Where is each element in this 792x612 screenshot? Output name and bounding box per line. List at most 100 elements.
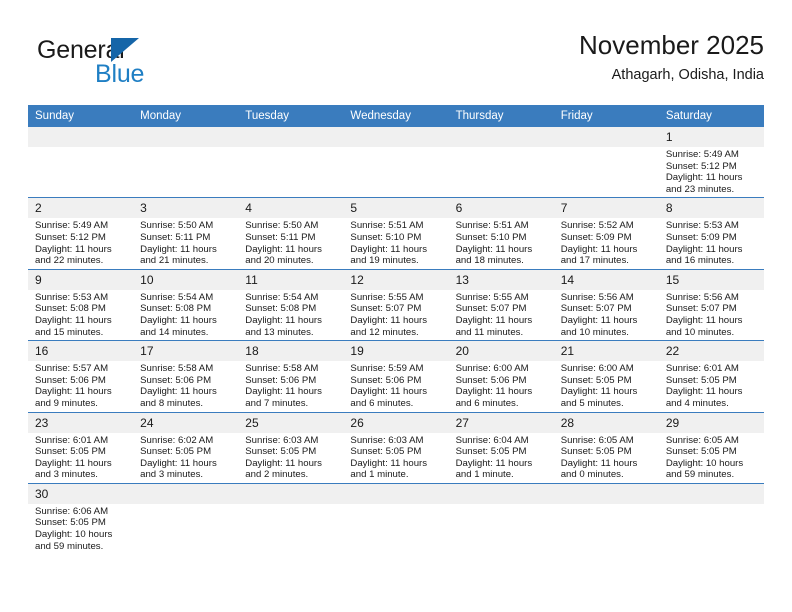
sunrise-text: Sunrise: 5:56 AM: [665, 291, 739, 303]
calendar-day-cell[interactable]: 12 Sunrise: 5:55 AM Sunset: 5:07 PM Dayligh…: [343, 268, 449, 341]
day-number: 21: [553, 341, 659, 362]
day-number: [238, 483, 344, 504]
daylight-text: Daylight: 11 hours and 10 minutes.: [665, 314, 743, 338]
sunset-text: Sunset: 5:07 PM: [350, 303, 422, 315]
calendar-week-row: 2 Sunrise: 5:49 AM Sunset: 5:12 PM Daylight…: [28, 197, 764, 270]
sunrise-text: Sunrise: 5:53 AM: [35, 291, 109, 303]
day-details: Sunrise: 6:01 AM Sunset: 5:05 PM Daylight:…: [28, 433, 133, 483]
day-number: 1: [658, 127, 764, 147]
calendar-day-cell[interactable]: 16 Sunrise: 5:57 AM Sunset: 5:06 PM Dayligh…: [28, 340, 134, 412]
daylight-text: Daylight: 11 hours and 22 minutes.: [35, 243, 112, 267]
weekday-header-sunday: Sunday: [28, 105, 134, 127]
calendar-day-cell[interactable]: 27 Sunrise: 6:04 AM Sunset: 5:05 PM Dayligh…: [448, 411, 554, 484]
calendar-day-cell[interactable]: 8 Sunrise: 5:53 AM Sunset: 5:09 PM Daylight…: [658, 197, 764, 270]
day-details: Sunrise: 6:05 AM Sunset: 5:05 PM Daylight:…: [659, 433, 764, 483]
calendar-day-cell[interactable]: 13 Sunrise: 5:55 AM Sunset: 5:07 PM Dayligh…: [448, 268, 554, 341]
day-number: 6: [448, 198, 554, 219]
calendar-day-cell[interactable]: 21 Sunrise: 6:00 AM Sunset: 5:05 PM Dayligh…: [553, 340, 659, 412]
sunset-text: Sunset: 5:05 PM: [35, 446, 106, 458]
day-number: [133, 127, 239, 147]
weekday-header-monday: Monday: [133, 105, 239, 127]
day-details: Sunrise: 6:03 AM Sunset: 5:05 PM Daylight:…: [238, 433, 343, 483]
daylight-text: Daylight: 11 hours and 11 minutes.: [455, 314, 533, 338]
day-number: [448, 483, 554, 504]
calendar-day-cell[interactable]: 5 Sunrise: 5:51 AM Sunset: 5:10 PM Daylight…: [343, 197, 449, 270]
calendar-day-cell[interactable]: 1 Sunrise: 5:49 AM Sunset: 5:12 PM Daylight…: [658, 127, 764, 198]
calendar-day-cell[interactable]: 20 Sunrise: 6:00 AM Sunset: 5:06 PM Dayligh…: [448, 340, 554, 412]
calendar-body: 1 Sunrise: 5:49 AM Sunset: 5:12 PM Daylight…: [28, 127, 764, 555]
sunset-text: Sunset: 5:06 PM: [455, 374, 527, 386]
sunrise-text: Sunrise: 6:03 AM: [245, 434, 319, 446]
logo-triangle-icon: [111, 38, 139, 62]
calendar-day-cell[interactable]: 9 Sunrise: 5:53 AM Sunset: 5:08 PM Daylight…: [28, 268, 134, 341]
sunset-text: Sunset: 5:05 PM: [140, 446, 212, 458]
daylight-text: Daylight: 11 hours and 21 minutes.: [140, 243, 217, 267]
calendar-day-cell[interactable]: 15 Sunrise: 5:56 AM Sunset: 5:07 PM Dayligh…: [658, 268, 764, 341]
calendar-day-cell[interactable]: 24 Sunrise: 6:02 AM Sunset: 5:05 PM Dayligh…: [133, 411, 239, 484]
calendar-day-cell[interactable]: 6 Sunrise: 5:51 AM Sunset: 5:10 PM Daylight…: [448, 197, 554, 270]
sunset-text: Sunset: 5:09 PM: [560, 231, 632, 243]
day-details: Sunrise: 5:52 AM Sunset: 5:09 PM Daylight:…: [554, 218, 659, 268]
calendar-day-cell[interactable]: 25 Sunrise: 6:03 AM Sunset: 5:05 PM Dayligh…: [238, 411, 344, 484]
calendar-day-cell[interactable]: 28 Sunrise: 6:05 AM Sunset: 5:05 PM Dayligh…: [553, 411, 659, 484]
daylight-text: Daylight: 11 hours and 10 minutes.: [560, 314, 638, 338]
daylight-text: Daylight: 10 hours and 59 minutes.: [35, 529, 113, 552]
calendar-day-cell[interactable]: 4 Sunrise: 5:50 AM Sunset: 5:11 PM Daylight…: [238, 197, 344, 270]
sunset-text: Sunset: 5:12 PM: [665, 160, 737, 172]
sunset-text: Sunset: 5:11 PM: [140, 231, 211, 243]
calendar-day-cell[interactable]: 3 Sunrise: 5:50 AM Sunset: 5:11 PM Daylight…: [133, 197, 239, 270]
calendar-day-cell[interactable]: 29 Sunrise: 6:05 AM Sunset: 5:05 PM Dayligh…: [658, 411, 764, 484]
day-details: Sunrise: 5:54 AM Sunset: 5:08 PM Daylight:…: [238, 290, 343, 340]
day-details: Sunrise: 5:55 AM Sunset: 5:07 PM Daylight:…: [449, 290, 554, 340]
sunrise-text: Sunrise: 5:50 AM: [140, 220, 214, 232]
day-number: [553, 127, 659, 147]
sunrise-text: Sunrise: 6:00 AM: [455, 363, 529, 375]
sunrise-sunset-calendar: Sunday Monday Tuesday Wednesday Thursday Frid…: [28, 105, 764, 555]
daylight-text: Daylight: 11 hours and 12 minutes.: [350, 314, 428, 338]
calendar-day-cell[interactable]: 17 Sunrise: 5:58 AM Sunset: 5:06 PM Dayligh…: [133, 340, 239, 412]
day-number: 22: [658, 341, 764, 362]
day-number: 28: [553, 412, 659, 433]
calendar-header-row: Sunday Monday Tuesday Wednesday Thursday Frid…: [28, 105, 764, 127]
sunrise-text: Sunrise: 6:04 AM: [455, 434, 529, 446]
day-number: 2: [28, 198, 134, 219]
calendar-day-cell[interactable]: 23 Sunrise: 6:01 AM Sunset: 5:05 PM Dayligh…: [28, 411, 134, 484]
day-number: 11: [238, 269, 344, 290]
day-details: Sunrise: 5:58 AM Sunset: 5:06 PM Daylight:…: [238, 361, 343, 411]
sunset-text: Sunset: 5:12 PM: [35, 231, 106, 243]
calendar-day-cell[interactable]: 7 Sunrise: 5:52 AM Sunset: 5:09 PM Daylight…: [553, 197, 659, 270]
sunrise-text: Sunrise: 6:00 AM: [560, 363, 634, 375]
sunset-text: Sunset: 5:05 PM: [350, 446, 422, 458]
day-number: 23: [28, 412, 134, 433]
daylight-text: Daylight: 11 hours and 9 minutes.: [35, 386, 112, 409]
day-number: 18: [238, 341, 344, 362]
day-number: 17: [133, 341, 239, 362]
calendar-day-cell[interactable]: 10 Sunrise: 5:54 AM Sunset: 5:08 PM Dayligh…: [133, 268, 239, 341]
day-number: 7: [553, 198, 659, 219]
general-blue-logo[interactable]: General Blue: [37, 36, 237, 94]
weekday-header-thursday: Thursday: [448, 105, 554, 127]
calendar-day-cell[interactable]: 22 Sunrise: 6:01 AM Sunset: 5:05 PM Dayligh…: [658, 340, 764, 412]
calendar-week-row: 9 Sunrise: 5:53 AM Sunset: 5:08 PM Daylight…: [28, 268, 764, 341]
sunset-text: Sunset: 5:06 PM: [35, 374, 106, 386]
sunset-text: Sunset: 5:09 PM: [665, 231, 737, 243]
sunset-text: Sunset: 5:06 PM: [140, 374, 212, 386]
calendar-day-cell[interactable]: 19 Sunrise: 5:59 AM Sunset: 5:06 PM Dayligh…: [343, 340, 449, 412]
day-number: [28, 127, 134, 147]
calendar-day-cell[interactable]: 30 Sunrise: 6:06 AM Sunset: 5:05 PM Dayligh…: [28, 482, 134, 555]
day-number: [238, 127, 344, 147]
calendar-day-cell[interactable]: 18 Sunrise: 5:58 AM Sunset: 5:06 PM Dayligh…: [238, 340, 344, 412]
sunset-text: Sunset: 5:05 PM: [560, 446, 632, 458]
calendar-day-cell[interactable]: 2 Sunrise: 5:49 AM Sunset: 5:12 PM Daylight…: [28, 197, 134, 270]
day-number: 14: [553, 269, 659, 290]
calendar-day-cell[interactable]: 26 Sunrise: 6:03 AM Sunset: 5:05 PM Dayligh…: [343, 411, 449, 484]
calendar-day-cell[interactable]: 14 Sunrise: 5:56 AM Sunset: 5:07 PM Dayligh…: [553, 268, 659, 341]
calendar-cell-empty: [448, 127, 554, 198]
day-number: 26: [343, 412, 449, 433]
sunset-text: Sunset: 5:05 PM: [665, 374, 737, 386]
calendar-cell-empty: [553, 482, 659, 555]
sunset-text: Sunset: 5:08 PM: [35, 303, 106, 315]
day-number: 27: [448, 412, 554, 433]
calendar-day-cell[interactable]: 11 Sunrise: 5:54 AM Sunset: 5:08 PM Dayligh…: [238, 268, 344, 341]
sunset-text: Sunset: 5:06 PM: [350, 374, 422, 386]
